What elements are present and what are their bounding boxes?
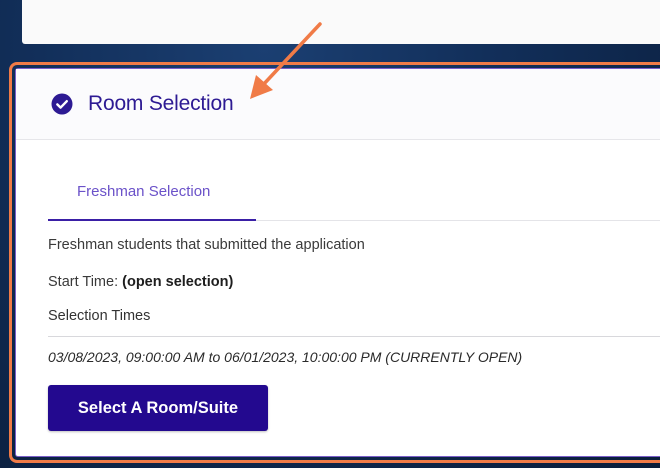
selection-description: Freshman students that submitted the app… xyxy=(48,237,365,253)
active-tab-indicator xyxy=(48,219,256,221)
select-room-button[interactable]: Select A Room/Suite xyxy=(48,385,268,431)
selection-time-range: 03/08/2023, 09:00:00 AM to 06/01/2023, 1… xyxy=(48,349,523,365)
check-circle-icon xyxy=(51,93,73,115)
section-title: Room Selection xyxy=(88,92,234,115)
row-divider xyxy=(48,336,660,337)
start-time: Start Time: (open selection) xyxy=(48,274,233,290)
tab-freshman-selection[interactable]: Freshman Selection xyxy=(48,155,256,221)
start-time-value: (open selection) xyxy=(122,274,234,290)
start-time-label: Start Time: xyxy=(48,274,119,290)
selection-times-heading: Selection Times xyxy=(48,308,151,324)
tab-label: Freshman Selection xyxy=(77,183,211,200)
previous-section-card xyxy=(22,0,660,44)
card-header[interactable]: Room Selection xyxy=(16,69,660,140)
room-selection-card: Room Selection Freshman Selection Freshm… xyxy=(15,68,660,457)
tabs-divider xyxy=(256,220,660,221)
